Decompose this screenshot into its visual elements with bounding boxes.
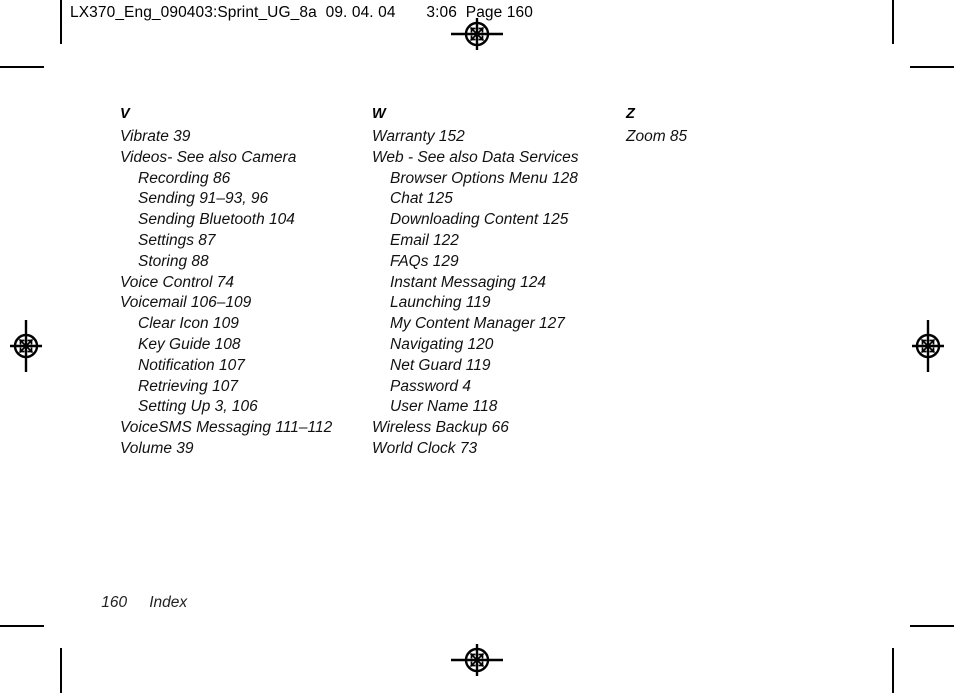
index-subentry: Sending 91–93, 96 [138, 190, 269, 208]
crop-mark-bottom-right-horizontal [910, 625, 954, 627]
crop-mark-bottom-left-horizontal [0, 625, 44, 627]
index-subentry: Instant Messaging 124 [390, 273, 546, 291]
index-entry: VoiceSMS Messaging 111–112 [120, 419, 333, 437]
index-subentry: Downloading Content 125 [390, 211, 569, 229]
crop-mark-bottom-right-vertical [892, 648, 894, 693]
index-entry: Wireless Backup 66 [372, 419, 509, 437]
registration-mark-left-center [0, 320, 52, 372]
index-subentry: Clear Icon 109 [138, 315, 239, 333]
index-entry: Voice Control 74 [120, 273, 235, 291]
index-subentry: User Name 118 [390, 398, 498, 416]
footer-page-number: 160 [101, 594, 128, 611]
index-subentry: Email 122 [390, 231, 459, 249]
index-subentry: Retrieving 107 [138, 377, 238, 395]
index-subentry: My Content Manager 127 [390, 315, 565, 333]
index-subentry: Sending Bluetooth 104 [138, 211, 295, 229]
crop-mark-top-left-vertical [60, 0, 62, 44]
crop-mark-top-right-horizontal [910, 66, 954, 68]
index-entry: Web - See also Data Services [372, 148, 579, 166]
index-subentry: Password 4 [390, 377, 471, 395]
index-subentry: Launching 119 [390, 294, 491, 312]
section-letter-heading: W [372, 106, 386, 122]
index-subentry: Navigating 120 [390, 335, 494, 353]
footer-section-label: Index [149, 594, 188, 611]
index-entry: Volume 39 [120, 439, 194, 457]
index-column-z: Z Zoom 85 [626, 104, 866, 148]
manual-index-page: LX370_Eng_090403:Sprint_UG_8a 09. 04. 04… [0, 0, 954, 693]
index-subentry: Setting Up 3, 106 [138, 398, 258, 416]
registration-mark-right-center [902, 320, 954, 372]
index-subentry: Notification 107 [138, 356, 245, 374]
index-column-v: V Vibrate 39 Videos- See also Camera Rec… [120, 104, 360, 460]
index-entry: World Clock 73 [372, 439, 478, 457]
index-subentry: Chat 125 [390, 190, 453, 208]
index-entry: Warranty 152 [372, 128, 465, 145]
index-subentry: Storing 88 [138, 252, 209, 270]
crop-mark-top-left-horizontal [0, 66, 44, 68]
index-subentry: Recording 86 [138, 169, 231, 187]
crop-mark-bottom-left-vertical [60, 648, 62, 693]
section-letter-heading: Z [626, 106, 635, 122]
index-subentry: Settings 87 [138, 231, 216, 249]
index-subentry: Key Guide 108 [138, 335, 241, 353]
index-entry: Zoom 85 [626, 128, 688, 145]
index-entry: Videos- See also Camera [120, 148, 297, 166]
index-subentry: FAQs 129 [390, 252, 459, 270]
registration-mark-bottom-center [451, 634, 503, 686]
index-column-w: W Warranty 152 Web - See also Data Servi… [372, 104, 612, 460]
index-entry: Voicemail 106–109 [120, 294, 252, 312]
crop-mark-top-right-vertical [892, 0, 894, 44]
registration-mark-top-center [451, 8, 503, 60]
index-subentry: Net Guard 119 [390, 356, 491, 374]
page-footer: 160 Index [84, 576, 187, 630]
section-letter-heading: V [120, 106, 130, 122]
index-entry: Vibrate 39 [120, 128, 191, 145]
index-subentry: Browser Options Menu 128 [390, 169, 578, 187]
